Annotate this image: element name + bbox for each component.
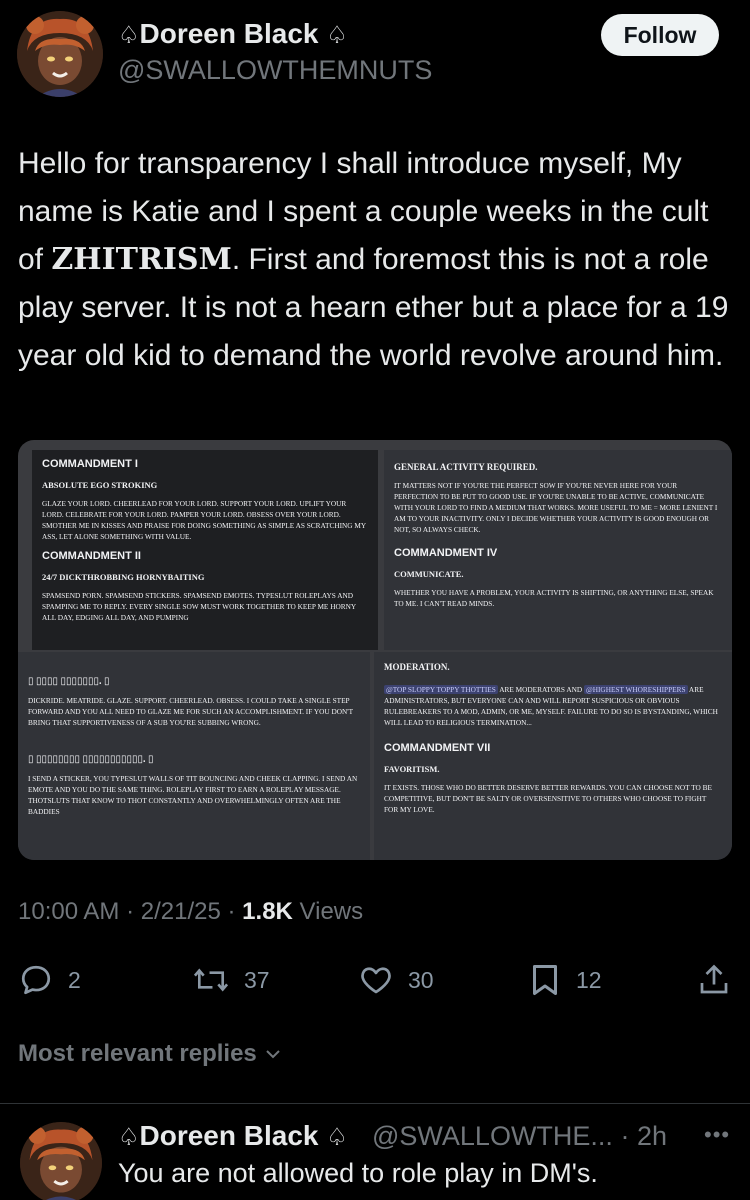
panel-body: @Top Sloppy Toppy Thotties are moderator… bbox=[384, 684, 722, 728]
panel-subheading: COMMUNICATE. bbox=[394, 569, 464, 579]
role-mention: @Highest Whoreshippers bbox=[584, 685, 688, 694]
chevron-down-icon bbox=[266, 1050, 280, 1059]
reply-time: 2h bbox=[636, 1121, 668, 1151]
tweet-text: Hello for transparency I shall introduce… bbox=[18, 140, 738, 380]
bookmark-icon bbox=[533, 965, 557, 995]
spade-icon: ♤ bbox=[118, 22, 140, 49]
panel-body: Dickride. Meatride. Glaze. Support. Chee… bbox=[28, 696, 353, 727]
panel-heading: MODERATION. bbox=[384, 662, 450, 672]
like-count: 30 bbox=[408, 966, 434, 993]
panel-heading: COMMANDMENT VII bbox=[384, 742, 491, 754]
share-icon bbox=[700, 964, 728, 994]
panel-body-text: are moderators and bbox=[497, 685, 585, 694]
separator: · bbox=[126, 898, 135, 925]
tweet-actions: 2 37 30 12 bbox=[0, 958, 750, 1002]
panel-heading: COMMANDMENT IV bbox=[394, 547, 498, 559]
spade-icon: ♤ bbox=[326, 22, 348, 49]
repost-count: 37 bbox=[244, 966, 270, 993]
panel-body: It exists. Those who do better deserve b… bbox=[384, 783, 712, 814]
separator: · bbox=[620, 1121, 630, 1151]
reply-author-avatar[interactable] bbox=[20, 1122, 102, 1200]
reply-author-name[interactable]: ♤Doreen Black ♤ bbox=[118, 1120, 348, 1152]
replies-sort-dropdown[interactable]: Most relevant replies bbox=[18, 1040, 283, 1068]
panel-body: Whether you have a problem, your activit… bbox=[394, 588, 714, 608]
panel-heading: ▯ ▯▯▯▯ ▯▯▯▯▯▯▯. ▯ bbox=[28, 676, 110, 687]
role-mention: @Top Sloppy Toppy Thotties bbox=[384, 685, 498, 694]
reply-count: 2 bbox=[68, 966, 81, 993]
views-label: Views bbox=[299, 898, 364, 925]
panel-heading: COMMANDMENT I bbox=[42, 458, 138, 470]
panel-heading: GENERAL ACTIVITY REQUIRED. bbox=[394, 462, 538, 472]
panel-heading: ▯ ▯▯▯▯▯▯▯▯ ▯▯▯▯▯▯▯▯▯▯▯. ▯ bbox=[28, 754, 154, 765]
repost-icon bbox=[193, 968, 229, 992]
repost-button[interactable]: 37 bbox=[192, 962, 270, 998]
replies-sort-label: Most relevant replies bbox=[18, 1040, 257, 1067]
panel-heading: COMMANDMENT II bbox=[42, 550, 141, 562]
panel-body: Spamsend porn. Spamsend stickers. Spamse… bbox=[42, 591, 356, 622]
panel-subheading: FAVORITISM. bbox=[384, 764, 440, 774]
panel-body: I send a sticker, you typeslut walls of … bbox=[28, 774, 358, 816]
author-avatar[interactable] bbox=[17, 11, 103, 97]
like-button[interactable]: 30 bbox=[358, 962, 434, 998]
panel-subheading: 24/7 DICKTHROBBING HORNYBAITING bbox=[42, 572, 205, 582]
separator: · bbox=[227, 898, 236, 925]
reply-text: You are not allowed to role play in DM's… bbox=[118, 1158, 598, 1188]
avatar-illustration bbox=[20, 1122, 102, 1200]
reply-author-handle[interactable]: @SWALLOWTHE... · 2h bbox=[372, 1121, 667, 1152]
panel-body: It matters not if you're the perfect sow… bbox=[394, 481, 718, 534]
panel-subheading: ABSOLUTE EGO STROKING bbox=[42, 480, 158, 490]
tweet-text-emphasis: ZHITRISM bbox=[51, 242, 232, 277]
more-icon[interactable]: ••• bbox=[704, 1122, 730, 1148]
bookmark-count: 12 bbox=[576, 966, 602, 993]
avatar-illustration bbox=[17, 11, 103, 97]
divider bbox=[0, 1103, 750, 1104]
tweet-meta: 10:00 AM · 2/21/25 · 1.8K Views bbox=[18, 898, 363, 926]
author-name-text: Doreen Black bbox=[139, 18, 319, 49]
like-icon bbox=[361, 967, 391, 994]
reply-handle-text: @SWALLOWTHE... bbox=[372, 1121, 613, 1151]
media-panel-4[interactable]: MODERATION. @Top Sloppy Toppy Thotties a… bbox=[374, 652, 732, 860]
author-name[interactable]: ♤Doreen Black ♤ bbox=[118, 18, 348, 50]
share-button[interactable] bbox=[696, 962, 732, 998]
media-panel-2[interactable]: GENERAL ACTIVITY REQUIRED. It matters no… bbox=[384, 450, 732, 650]
spade-icon: ♤ bbox=[118, 1124, 140, 1151]
author-handle[interactable]: @SWALLOWTHEMNUTS bbox=[118, 55, 432, 86]
media-panel-3[interactable]: ▯ ▯▯▯▯ ▯▯▯▯▯▯▯. ▯ Dickride. Meatride. Gl… bbox=[18, 652, 370, 860]
tweet-date[interactable]: 2/21/25 bbox=[141, 898, 221, 925]
reply-button[interactable]: 2 bbox=[18, 962, 81, 998]
tweet-time[interactable]: 10:00 AM bbox=[18, 898, 119, 925]
follow-button[interactable]: Follow bbox=[601, 14, 719, 56]
views-count: 1.8K bbox=[242, 898, 293, 925]
media-panel-1[interactable]: COMMANDMENT I ABSOLUTE EGO STROKING Glaz… bbox=[32, 450, 378, 650]
spade-icon: ♤ bbox=[326, 1124, 348, 1151]
tweet-media[interactable]: COMMANDMENT I ABSOLUTE EGO STROKING Glaz… bbox=[18, 440, 732, 860]
reply-icon bbox=[21, 965, 51, 995]
reply-author-name-text: Doreen Black bbox=[139, 1120, 319, 1151]
bookmark-button[interactable]: 12 bbox=[528, 962, 602, 998]
panel-body: Glaze your lord. Cheerlead for your lord… bbox=[42, 499, 366, 541]
